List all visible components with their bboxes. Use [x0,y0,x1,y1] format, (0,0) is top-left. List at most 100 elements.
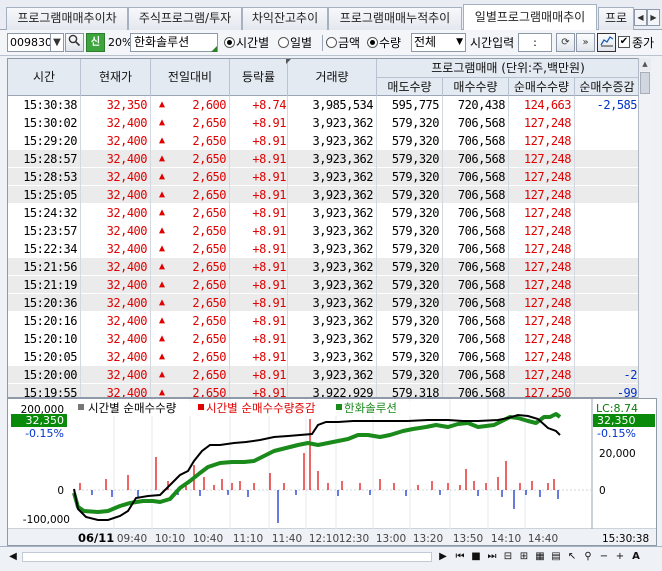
cell-buy-qty: 706,568 [457,296,505,310]
table-row[interactable]: ▲ 15:19:55 32,400 2,650 +8.91 3,922,929 579,31… [8,384,650,397]
toolbar-divider [322,35,323,51]
scroll-thumb[interactable] [640,72,650,94]
table-row[interactable]: ▲ 15:30:02 32,400 2,650 +8.91 3,923,362 579,32… [8,114,650,132]
scroll-left-icon[interactable]: ◀ [6,550,20,564]
cell-time: 15:25:05 [23,188,77,202]
cell-volume: 3,923,362 [312,314,373,328]
font-size-icon[interactable]: A [629,550,643,564]
column-separator [376,96,377,397]
zoom-out-bars-icon[interactable]: ⊟ [501,550,515,564]
refresh-icon[interactable]: ⟳ [556,33,575,52]
tab-prev-icon[interactable]: ◀ [634,9,647,26]
cursor-tool-icon[interactable]: ↖ [565,550,579,564]
table-row[interactable]: ▲ 15:20:05 32,400 2,650 +8.91 3,923,362 579,32… [8,348,650,366]
chart-horizontal-scrollbar[interactable] [22,552,432,562]
legend-stock-name: 한화솔루션 [344,401,397,415]
table-row[interactable]: ▲ 15:20:16 32,400 2,650 +8.91 3,923,362 579,32… [8,312,650,330]
table-row[interactable]: ▲ 15:20:10 32,400 2,650 +8.91 3,923,362 579,32… [8,330,650,348]
cell-time: 15:28:57 [23,152,77,166]
x-tick-label: 14:40 [528,533,558,545]
table-vertical-scrollbar[interactable]: ▲ [638,58,651,398]
left-price-label: 32,350 [26,414,65,427]
table-row[interactable]: ▲ 15:28:53 32,400 2,650 +8.91 3,923,362 579,32… [8,168,650,186]
tab-arbitrage-balance[interactable]: 차익잔고추이 [242,7,328,30]
radio-hourly[interactable]: 시간별 [224,34,269,52]
cell-volume: 3,923,362 [312,116,373,130]
radio-quantity[interactable]: 수량 [367,34,401,52]
table-row[interactable]: ▲ 15:29:20 32,400 2,650 +8.91 3,923,362 579,32… [8,132,650,150]
tab-program-more[interactable]: 프로 [598,7,634,30]
table-icon[interactable]: ▤ [549,550,563,564]
table-row[interactable]: ▲ 15:21:56 32,400 2,650 +8.91 3,923,362 579,32… [8,258,650,276]
cell-net-qty: 127,248 [523,350,571,364]
cell-buy-qty: 706,568 [457,260,505,274]
cell-volume: 3,923,362 [312,224,373,238]
table-row[interactable]: ▲ 15:28:57 32,400 2,650 +8.91 3,923,362 579,32… [8,150,650,168]
cell-rate: +8.91 [252,278,286,292]
tab-program-cumulative[interactable]: 프로그램매매누적추이 [328,7,462,30]
cell-net-change [575,132,637,150]
chart-toggle-icon[interactable] [597,33,616,52]
tab-program-trend-chart[interactable]: 프로그램매매추이차 [6,7,128,30]
stock-code-input[interactable]: 009830 [7,33,51,52]
magnifier-icon[interactable]: ⚲ [581,550,595,564]
cell-rate: +8.91 [252,314,286,328]
cell-net-change [575,150,637,168]
cell-sell-qty: 579,320 [391,170,439,184]
zoom-in-bars-icon[interactable]: ⊞ [517,550,531,564]
header-change: 전일대비 [151,59,230,96]
cell-net-change: -2 [623,368,637,382]
cell-time: 15:20:36 [23,296,77,310]
cumulative-checkbox[interactable]: ✔ [618,36,630,48]
table-row[interactable]: ▲ 15:24:32 32,400 2,650 +8.91 3,923,362 579,32… [8,204,650,222]
search-icon[interactable] [65,33,84,52]
minus-icon[interactable]: − [597,550,611,564]
cell-net-change [575,294,637,312]
next-page-icon[interactable]: » [576,33,595,52]
cell-sell-qty: 579,320 [391,278,439,292]
tab-daily-program-trend[interactable]: 일별프로그램매매추이 [463,4,597,31]
header-time: 시간 [8,59,81,96]
cell-rate: +8.91 [252,350,286,364]
radio-amount[interactable]: 금액 [326,34,360,52]
table-row[interactable]: ▲ 15:20:00 32,400 2,650 +8.91 3,923,362 579,32… [8,366,650,384]
cell-volume: 3,923,362 [312,296,373,310]
cell-time: 15:21:19 [23,278,77,292]
table-row[interactable]: ▲ 15:20:36 32,400 2,650 +8.91 3,923,362 579,32… [8,294,650,312]
cell-net-qty: 127,248 [523,206,571,220]
code-dropdown-icon[interactable]: ▼ [50,33,64,52]
table-row[interactable]: ▲ 15:22:34 32,400 2,650 +8.91 3,923,362 579,32… [8,240,650,258]
cell-sell-qty: 579,320 [391,314,439,328]
x-tick-label: 13:20 [413,533,443,545]
x-tick-label: 10:40 [193,533,223,545]
table-row[interactable]: ▲ 15:23:57 32,400 2,650 +8.91 3,923,362 579,32… [8,222,650,240]
radio-daily[interactable]: 일별 [278,34,312,52]
stop-icon[interactable]: ■ [469,550,483,564]
scroll-right-icon[interactable]: ▶ [436,550,450,564]
cell-volume: 3,923,362 [312,350,373,364]
time-input[interactable]: : [518,33,552,52]
cell-net-change [575,276,637,294]
table-row[interactable]: ▲ 15:21:19 32,400 2,650 +8.91 3,923,362 579,32… [8,276,650,294]
table-row[interactable]: ▲ 15:25:05 32,400 2,650 +8.91 3,923,362 579,32… [8,186,650,204]
column-separator [508,96,509,397]
cell-sell-qty: 579,320 [391,260,439,274]
rewind-icon[interactable]: ⏮ [453,550,467,564]
grid-icon[interactable]: ▦ [533,550,547,564]
tab-next-icon[interactable]: ▶ [647,9,660,26]
table-row[interactable]: ▲ 15:30:38 32,350 2,600 +8.74 3,985,534 595,77… [8,96,650,114]
x-tick-label: 13:00 [376,533,406,545]
stock-name-field[interactable]: 한화솔루션 [130,33,218,52]
plus-icon[interactable]: + [613,550,627,564]
scroll-up-icon[interactable]: ▲ [639,58,651,71]
x-axis-ticks: 09:40 10:10 10:40 11:10 11:40 12:10 12:30 13:00… [117,533,558,545]
program-trade-table: 시간 현재가 전일대비 등락률 거래량 프로그램매매 (단위:주,백만원) 매도… [7,58,651,398]
cell-rate: +8.91 [252,116,286,130]
forward-icon[interactable]: ⏭ [485,550,499,564]
cell-rate: +8.91 [252,332,286,346]
cell-time: 15:24:32 [23,206,77,220]
filter-select[interactable]: 전체 ▼ [411,33,466,52]
tab-stock-program-investor[interactable]: 주식프로그램/투자 [128,7,242,30]
cell-net-change [575,204,637,222]
cell-net-change [575,186,637,204]
